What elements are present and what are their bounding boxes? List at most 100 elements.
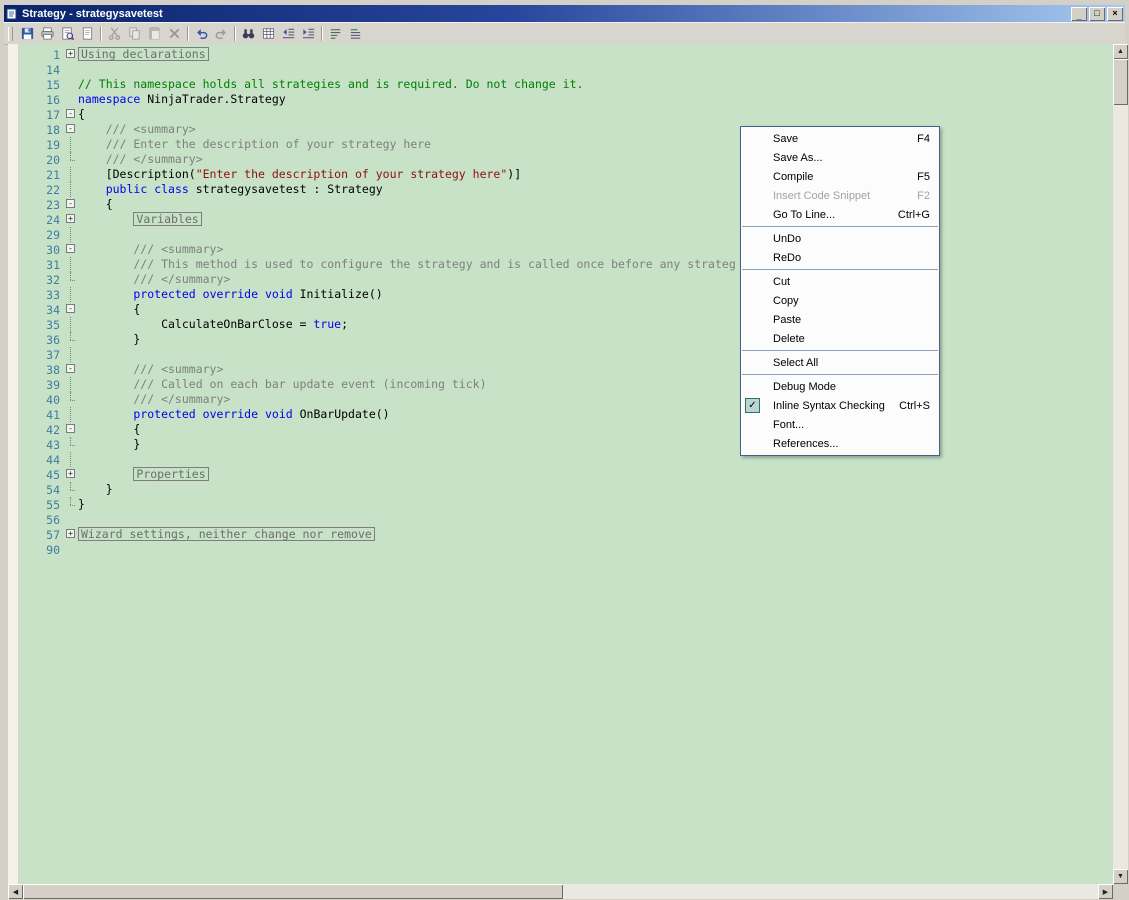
find-button[interactable] [238, 25, 258, 43]
code-text[interactable]: Using declarations [78, 47, 209, 62]
menu-item-select-all[interactable]: Select All [742, 353, 938, 372]
code-text[interactable]: { [78, 197, 113, 212]
code-text[interactable]: /// </summary> [78, 152, 203, 167]
code-text[interactable]: { [78, 107, 85, 122]
code-token: void [264, 287, 293, 301]
menu-item-delete[interactable]: Delete [742, 329, 938, 348]
menu-item-copy[interactable]: Copy [742, 291, 938, 310]
menu-item-redo[interactable]: ReDo [742, 248, 938, 267]
code-text[interactable]: /// Enter the description of your strate… [78, 137, 431, 152]
copy-button[interactable] [124, 25, 144, 43]
horizontal-scrollbar[interactable]: ◀ ▶ [8, 884, 1113, 899]
menu-item-font[interactable]: Font... [742, 415, 938, 434]
fold-collapse-icon[interactable] [65, 302, 78, 317]
code-editor[interactable]: 1 Using declarations 1415 // This namespace… [8, 44, 1113, 884]
menu-item-compile[interactable]: Compile F5 [742, 167, 938, 186]
collapsed-region[interactable]: Wizard settings, neither change nor remo… [78, 527, 375, 541]
horizontal-scroll-thumb[interactable] [23, 884, 563, 899]
code-text[interactable]: } [78, 482, 113, 497]
insert-code-snippet-button[interactable] [258, 25, 278, 43]
comment-lines-button[interactable] [325, 25, 345, 43]
fold-collapse-icon[interactable] [65, 197, 78, 212]
menu-item-save-as[interactable]: Save As... [742, 148, 938, 167]
fold-expand-icon[interactable] [65, 527, 78, 542]
print-icon [40, 26, 55, 41]
outdent-button[interactable] [278, 25, 298, 43]
save-button[interactable] [17, 25, 37, 43]
menu-item-references[interactable]: References... [742, 434, 938, 453]
code-text[interactable]: CalculateOnBarClose = true; [78, 317, 348, 332]
menu-item-go-to-line[interactable]: Go To Line... Ctrl+G [742, 205, 938, 224]
collapsed-region[interactable]: Using declarations [78, 47, 209, 61]
vertical-scrollbar[interactable]: ▲ ▼ [1113, 44, 1128, 884]
indent-icon [301, 26, 316, 41]
menu-item-label: Font... [773, 418, 805, 431]
menu-item-undo[interactable]: UnDo [742, 229, 938, 248]
scroll-down-button[interactable]: ▼ [1113, 869, 1128, 884]
code-text[interactable]: } [78, 497, 85, 512]
menu-item-inline-syntax-checking[interactable]: ✓ Inline Syntax Checking Ctrl+S [742, 396, 938, 415]
code-token: /// <summary> [78, 362, 224, 376]
menu-item-label: References... [773, 437, 839, 450]
code-text[interactable]: { [78, 422, 140, 437]
print-button[interactable] [37, 25, 57, 43]
code-text[interactable]: } [78, 437, 140, 452]
collapsed-region[interactable]: Properties [133, 467, 209, 481]
fold-expand-icon[interactable] [65, 47, 78, 62]
code-text[interactable]: { [78, 302, 140, 317]
code-text[interactable]: /// <summary> [78, 242, 223, 257]
fold-margin [65, 542, 78, 557]
fold-collapse-icon[interactable] [65, 422, 78, 437]
redo-button[interactable] [211, 25, 231, 43]
fold-collapse-icon[interactable] [65, 122, 78, 137]
code-text[interactable]: /// </summary> [78, 272, 230, 287]
code-area[interactable]: 1 Using declarations 1415 // This namespace… [8, 47, 1113, 557]
code-text[interactable]: Properties [78, 467, 209, 482]
fold-collapse-icon[interactable] [65, 107, 78, 122]
menu-item-paste[interactable]: Paste [742, 310, 938, 329]
code-text[interactable]: Wizard settings, neither change nor remo… [78, 527, 375, 542]
print-preview-button[interactable] [57, 25, 77, 43]
menu-item-debug-mode[interactable]: Debug Mode [742, 377, 938, 396]
code-text[interactable]: Variables [78, 212, 202, 227]
code-text[interactable]: protected override void OnBarUpdate() [78, 407, 389, 422]
code-line: 41 protected override void OnBarUpdate() [8, 407, 1113, 422]
delete-button[interactable] [164, 25, 184, 43]
maximize-button[interactable]: □ [1089, 6, 1105, 21]
fold-collapse-icon[interactable] [65, 242, 78, 257]
fold-collapse-icon[interactable] [65, 362, 78, 377]
code-text[interactable]: [Description("Enter the description of y… [78, 167, 521, 182]
fold-margin [65, 182, 78, 197]
code-text[interactable]: protected override void Initialize() [78, 287, 382, 302]
scroll-left-button[interactable]: ◀ [8, 884, 23, 899]
code-text[interactable]: /// <summary> [78, 362, 223, 377]
code-text[interactable]: /// This method is used to configure the… [78, 257, 735, 272]
menu-item-cut[interactable]: Cut [742, 272, 938, 291]
uncomment-lines-button[interactable] [345, 25, 365, 43]
code-text[interactable]: namespace NinjaTrader.Strategy [78, 92, 286, 107]
code-text[interactable]: } [78, 332, 140, 347]
vertical-scroll-thumb[interactable] [1113, 59, 1128, 105]
menu-item-insert-code-snippet[interactable]: Insert Code Snippet F2 [742, 186, 938, 205]
scroll-up-button[interactable]: ▲ [1113, 44, 1128, 59]
code-line: 17 { [8, 107, 1113, 122]
window-titlebar[interactable]: Strategy - strategysavetest _ □ × [4, 5, 1125, 22]
paste-button[interactable] [144, 25, 164, 43]
scroll-right-button[interactable]: ▶ [1098, 884, 1113, 899]
fold-expand-icon[interactable] [65, 467, 78, 482]
indent-button[interactable] [298, 25, 318, 43]
cut-button[interactable] [104, 25, 124, 43]
undo-button[interactable] [191, 25, 211, 43]
code-text[interactable]: public class strategysavetest : Strategy [78, 182, 383, 197]
code-text[interactable]: /// Called on each bar update event (inc… [78, 377, 486, 392]
page-setup-button[interactable] [77, 25, 97, 43]
code-text[interactable]: /// </summary> [78, 392, 230, 407]
fold-expand-icon[interactable] [65, 212, 78, 227]
close-button[interactable]: × [1107, 6, 1123, 21]
menu-item-save[interactable]: Save F4 [742, 129, 938, 148]
code-token: )] [507, 167, 522, 181]
code-text[interactable]: // This namespace holds all strategies a… [78, 77, 583, 92]
minimize-button[interactable]: _ [1071, 6, 1087, 21]
code-text[interactable]: /// <summary> [78, 122, 196, 137]
collapsed-region[interactable]: Variables [133, 212, 202, 226]
